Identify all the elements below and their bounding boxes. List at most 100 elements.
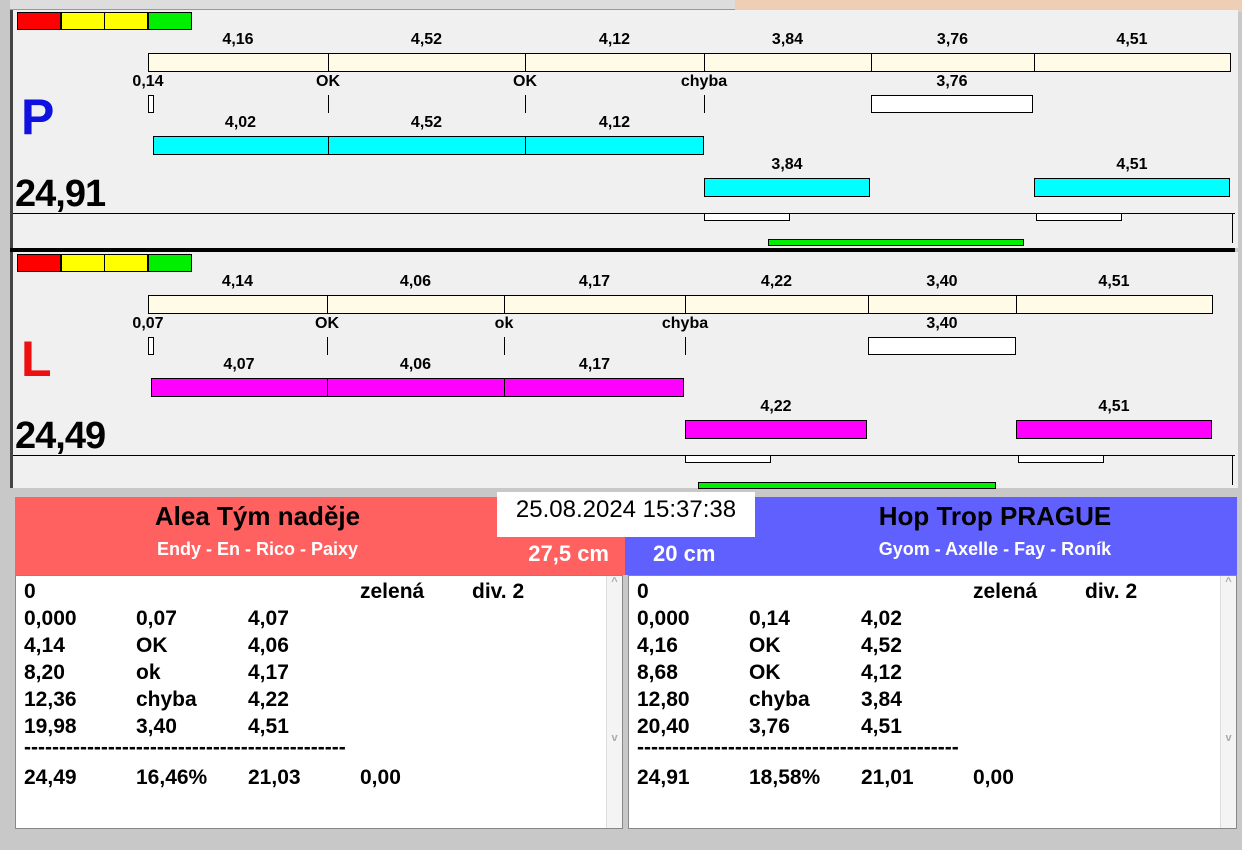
run-label: 3,84 xyxy=(771,156,803,173)
result-cell: 0,07 xyxy=(136,607,177,630)
scrollbar[interactable]: ^ v xyxy=(606,576,622,828)
segment-label: 4,51 xyxy=(1098,273,1130,290)
result-cell: 24,91 xyxy=(637,766,690,789)
gap-box xyxy=(868,337,1016,355)
run-label: 4,02 xyxy=(224,114,257,131)
result-cell: OK xyxy=(749,661,781,684)
team-left-height: 27,5 cm xyxy=(528,541,609,566)
status-color-block xyxy=(60,254,105,272)
team-right-results[interactable]: ^ v 0 zelená div. 2 0,000 0,14 4,02 4,16 OK 4,52 8,… xyxy=(628,575,1237,829)
run-bar xyxy=(685,420,867,439)
segment-bar xyxy=(1016,295,1213,314)
result-cell: 0 xyxy=(637,580,649,603)
split-tick xyxy=(328,95,329,113)
split-label: chyba xyxy=(661,315,709,332)
segment-bar xyxy=(525,53,705,72)
split-tick xyxy=(504,337,505,355)
team-left-members: Endy - En - Rico - Paixy xyxy=(156,539,359,559)
run-label: 4,17 xyxy=(578,356,611,373)
result-cell: 4,12 xyxy=(861,661,902,684)
lane-letter: P xyxy=(21,89,55,145)
segment-bar xyxy=(1034,53,1231,72)
result-cell: 4,02 xyxy=(861,607,902,630)
run-bar xyxy=(1016,420,1212,439)
status-color-block xyxy=(17,254,61,272)
result-cell: OK xyxy=(749,634,781,657)
team-right-name: Hop Trop PRAGUE xyxy=(878,501,1112,531)
result-cell: ok xyxy=(136,661,161,684)
split-label: OK xyxy=(315,315,339,332)
segment-bar xyxy=(148,53,329,72)
segment-label: 4,06 xyxy=(399,273,432,290)
split-label: 3,40 xyxy=(926,315,958,332)
run-label: 4,06 xyxy=(399,356,432,373)
segment-label: 4,17 xyxy=(578,273,611,290)
lane-panel-l: 4,14 4,06 4,17 4,22 3,40 4,51 0,07 OK ok chyba 3,4… xyxy=(10,252,1238,489)
segment-bar xyxy=(148,295,328,314)
run-label: 4,12 xyxy=(598,114,631,131)
team-right-members: Gyom - Axelle - Fay - Roník xyxy=(878,539,1112,559)
split-label: 0,14 xyxy=(132,73,164,90)
top-tab-strip xyxy=(10,0,735,10)
start-marker xyxy=(148,337,154,355)
result-cell: 18,58% xyxy=(749,766,821,789)
result-cell: zelená xyxy=(973,580,1038,603)
result-cell: 0,14 xyxy=(749,607,790,630)
run-label: 4,51 xyxy=(1116,156,1148,173)
segment-label: 3,40 xyxy=(926,273,958,290)
result-cell: 0,000 xyxy=(637,607,690,630)
segment-bar xyxy=(871,53,1035,72)
result-cell: chyba xyxy=(749,688,810,711)
result-cell: 0 xyxy=(24,580,36,603)
segment-bar xyxy=(704,53,872,72)
result-cell: 16,46% xyxy=(136,766,208,789)
marker-box xyxy=(704,213,790,221)
result-cell: chyba xyxy=(136,688,197,711)
result-cell: 21,03 xyxy=(248,766,301,789)
result-cell: div. 2 xyxy=(1085,580,1138,603)
result-cell: 0,000 xyxy=(24,607,77,630)
marker-box xyxy=(1018,455,1104,463)
run-label: 4,07 xyxy=(223,356,255,373)
result-cell: 21,01 xyxy=(861,766,914,789)
segment-bar xyxy=(328,53,526,72)
result-cell: OK xyxy=(136,634,168,657)
split-label: OK xyxy=(316,73,340,90)
team-right-height: 20 cm xyxy=(653,541,716,566)
status-color-block xyxy=(104,254,148,272)
split-label: OK xyxy=(513,73,537,90)
run-divider xyxy=(504,378,505,397)
scrollbar[interactable]: ^ v xyxy=(1220,576,1236,828)
lane-total: 24,91 xyxy=(15,173,106,215)
result-cell: 0,00 xyxy=(973,766,1014,789)
result-cell: 12,36 xyxy=(24,688,77,711)
status-color-block xyxy=(147,12,192,30)
split-label: 0,07 xyxy=(132,315,164,332)
split-tick xyxy=(704,95,705,113)
segment-label: 4,51 xyxy=(1116,31,1148,48)
split-label: 3,76 xyxy=(936,73,968,90)
status-color-block xyxy=(104,12,148,30)
result-cell: 4,06 xyxy=(248,634,289,657)
result-cell: 4,22 xyxy=(248,688,289,711)
progress-bar xyxy=(768,239,1024,246)
result-cell: 4,17 xyxy=(248,661,289,684)
marker-box xyxy=(685,455,771,463)
segment-label: 4,12 xyxy=(598,31,631,48)
result-cell: 4,14 xyxy=(24,634,65,657)
segment-bar xyxy=(327,295,505,314)
split-tick xyxy=(685,337,686,355)
baseline-end xyxy=(1232,213,1233,243)
result-cell: 3,84 xyxy=(861,688,902,711)
lane-panel-p: 4,16 4,52 4,12 3,84 3,76 4,51 0,14 OK OK chyba 3,7… xyxy=(10,10,1238,248)
run-label: 4,22 xyxy=(760,398,792,415)
team-left-results[interactable]: ^ v 0 zelená div. 2 0,000 0,07 4,07 4,14 OK 4,06 8,… xyxy=(15,575,623,829)
result-cell: div. 2 xyxy=(472,580,525,603)
segment-bar xyxy=(868,295,1017,314)
status-color-block xyxy=(60,12,105,30)
status-color-block xyxy=(17,12,61,30)
result-cell: 24,49 xyxy=(24,766,77,789)
split-label: ok xyxy=(494,315,514,332)
result-cell: 4,52 xyxy=(861,634,902,657)
gap-box xyxy=(871,95,1033,113)
